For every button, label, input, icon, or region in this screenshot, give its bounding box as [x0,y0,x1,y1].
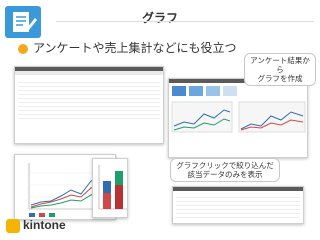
title-divider [56,21,314,22]
bullet-icon [18,44,28,54]
callout-click-filter: グラフクリックで絞り込んだ 該当データのみを表示 [170,158,280,182]
record-list-screenshot [14,66,164,144]
graph-settings-screenshot [168,78,308,158]
brand-name: kintone [23,218,66,232]
stacked-bar-screenshot [92,158,128,218]
page-title: グラフ [141,11,178,25]
kintone-logo-icon [6,219,20,233]
filtered-records-screenshot [172,186,304,224]
callout-survey-graph: アンケート結果から グラフを作成 [244,53,316,86]
headline: アンケートや売上集計などにも役立つ [33,41,237,55]
